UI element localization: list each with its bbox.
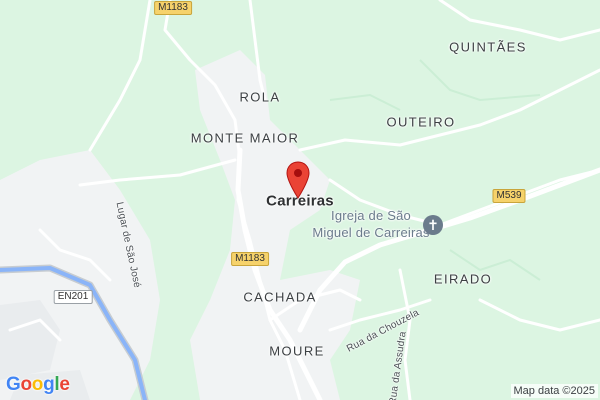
poi-church-line2: Miguel de Carreiras xyxy=(312,225,430,240)
church-icon[interactable]: ✝ xyxy=(423,215,443,235)
road-shield-en201: EN201 xyxy=(53,290,93,304)
google-logo[interactable]: Google xyxy=(6,374,70,396)
map-pin-icon[interactable] xyxy=(286,161,310,199)
poi-church-line1: Igreja de São xyxy=(331,208,411,223)
terrain xyxy=(329,59,541,281)
road-shield-m539: M539 xyxy=(492,189,526,203)
place-label-monte-maior: MONTE MAIOR xyxy=(190,130,300,146)
poi-church-label[interactable]: Igreja de São Miguel de Carreiras xyxy=(312,207,429,241)
place-label-moure: MOURE xyxy=(269,343,325,359)
road-shield-m1183-mid: M1183 xyxy=(231,252,269,266)
place-label-quintaes: QUINTÃES xyxy=(449,39,527,55)
map-attribution[interactable]: Map data ©2025 xyxy=(510,384,598,398)
place-label-cachada: CACHADA xyxy=(243,289,317,305)
map-canvas[interactable]: ROLA MONTE MAIOR OUTEIRO QUINTÃES Carrei… xyxy=(0,0,600,400)
place-label-eirado: EIRADO xyxy=(433,271,493,287)
place-label-rola: ROLA xyxy=(239,89,281,105)
place-label-outeiro: OUTEIRO xyxy=(386,114,456,130)
road-shield-m1183-top: M1183 xyxy=(154,1,192,15)
